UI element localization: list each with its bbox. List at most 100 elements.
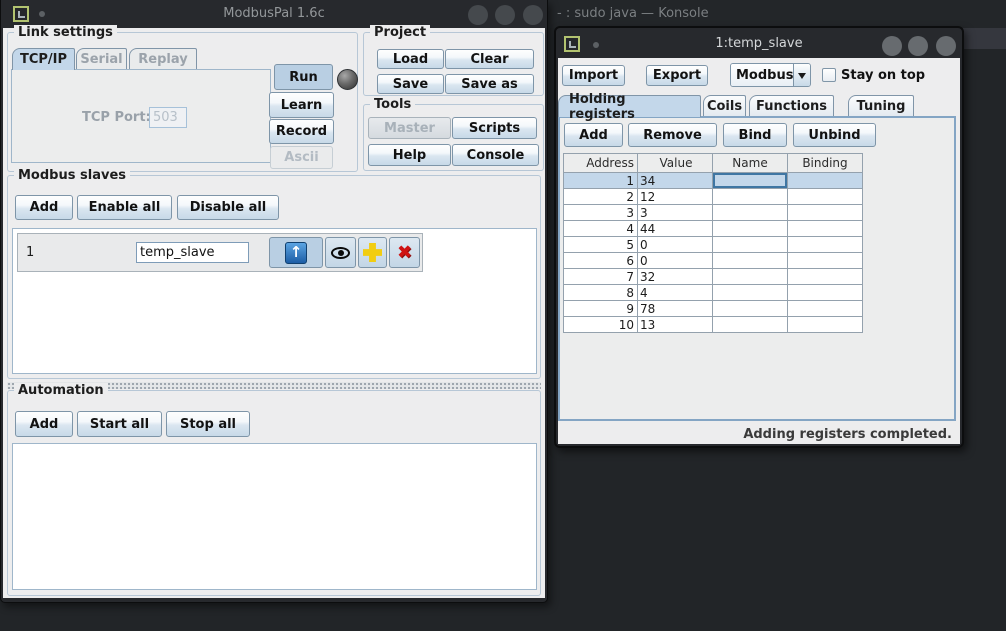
tab-tcpip[interactable]: TCP/IP: [12, 48, 75, 70]
slave-delete-button[interactable]: [389, 237, 420, 268]
slave-close-button[interactable]: [936, 36, 956, 56]
table-row[interactable]: 50: [564, 237, 863, 253]
table-cell-binding[interactable]: [788, 173, 863, 189]
column-header-binding[interactable]: Binding: [788, 154, 863, 173]
ascii-button[interactable]: Ascii: [270, 146, 333, 169]
stay-on-top-label[interactable]: Stay on top: [841, 68, 925, 83]
table-cell-address[interactable]: 6: [564, 253, 638, 269]
enable-all-button[interactable]: Enable all: [77, 195, 172, 220]
table-cell-name[interactable]: [713, 317, 788, 333]
table-cell-name[interactable]: [713, 253, 788, 269]
table-cell-binding[interactable]: [788, 301, 863, 317]
table-cell-name[interactable]: [713, 189, 788, 205]
column-header-address[interactable]: Address: [564, 154, 638, 173]
register-unbind-button[interactable]: Unbind: [793, 123, 876, 147]
table-row[interactable]: 1013: [564, 317, 863, 333]
slave-enable-toggle[interactable]: [269, 237, 323, 268]
protocol-combobox[interactable]: Modbus: [730, 63, 811, 87]
register-add-button[interactable]: Add: [564, 123, 623, 147]
combo-arrow-icon[interactable]: [793, 64, 810, 86]
table-cell-value[interactable]: 34: [638, 173, 713, 189]
table-cell-binding[interactable]: [788, 253, 863, 269]
table-cell-binding[interactable]: [788, 285, 863, 301]
table-cell-address[interactable]: 3: [564, 205, 638, 221]
table-cell-address[interactable]: 5: [564, 237, 638, 253]
console-button[interactable]: Console: [452, 144, 539, 166]
slave-duplicate-button[interactable]: [358, 237, 387, 268]
register-bind-button[interactable]: Bind: [723, 123, 787, 147]
table-cell-binding[interactable]: [788, 317, 863, 333]
save-button[interactable]: Save: [377, 74, 444, 94]
tab-coils[interactable]: Coils: [703, 95, 746, 116]
table-row[interactable]: 444: [564, 221, 863, 237]
tab-replay[interactable]: Replay: [129, 48, 197, 69]
slave-maximize-button[interactable]: [908, 36, 928, 56]
register-remove-button[interactable]: Remove: [628, 123, 717, 147]
stop-all-button[interactable]: Stop all: [166, 411, 250, 437]
column-header-value[interactable]: Value: [638, 154, 713, 173]
table-row[interactable]: 84: [564, 285, 863, 301]
modbuspal-titlebar[interactable]: ModbusPal 1.6c: [1, 0, 547, 28]
clear-button[interactable]: Clear: [445, 49, 534, 69]
column-header-name[interactable]: Name: [713, 154, 788, 173]
scripts-button[interactable]: Scripts: [452, 117, 537, 139]
export-button[interactable]: Export: [646, 65, 708, 86]
table-cell-binding[interactable]: [788, 269, 863, 285]
automation-add-button[interactable]: Add: [15, 411, 73, 437]
import-button[interactable]: Import: [562, 65, 625, 86]
table-row[interactable]: 978: [564, 301, 863, 317]
slaves-add-button[interactable]: Add: [15, 195, 73, 220]
slave-minimize-button[interactable]: [882, 36, 902, 56]
table-cell-binding[interactable]: [788, 189, 863, 205]
tcp-port-field[interactable]: 503: [149, 107, 187, 128]
table-cell-value[interactable]: 0: [638, 237, 713, 253]
table-cell-value[interactable]: 3: [638, 205, 713, 221]
table-cell-value[interactable]: 12: [638, 189, 713, 205]
table-cell-name[interactable]: [713, 205, 788, 221]
table-cell-address[interactable]: 2: [564, 189, 638, 205]
maximize-button[interactable]: [495, 5, 515, 25]
table-cell-value[interactable]: 78: [638, 301, 713, 317]
save-as-button[interactable]: Save as: [445, 74, 534, 94]
stay-on-top-checkbox[interactable]: [822, 68, 836, 82]
table-cell-name[interactable]: [713, 285, 788, 301]
table-cell-address[interactable]: 9: [564, 301, 638, 317]
close-button[interactable]: [523, 5, 543, 25]
slave-view-button[interactable]: [325, 237, 356, 268]
table-cell-address[interactable]: 4: [564, 221, 638, 237]
table-cell-binding[interactable]: [788, 205, 863, 221]
tab-tuning[interactable]: Tuning: [848, 95, 914, 116]
table-row[interactable]: 134: [564, 173, 863, 189]
load-button[interactable]: Load: [377, 49, 444, 69]
start-all-button[interactable]: Start all: [77, 411, 162, 437]
table-cell-name[interactable]: [713, 301, 788, 317]
tab-functions[interactable]: Functions: [749, 95, 834, 116]
table-row[interactable]: 732: [564, 269, 863, 285]
table-row[interactable]: 33: [564, 205, 863, 221]
help-button[interactable]: Help: [368, 144, 451, 166]
table-cell-value[interactable]: 32: [638, 269, 713, 285]
table-row[interactable]: 60: [564, 253, 863, 269]
table-row[interactable]: 212: [564, 189, 863, 205]
learn-button[interactable]: Learn: [269, 92, 334, 118]
table-cell-name[interactable]: [713, 173, 788, 189]
table-cell-name[interactable]: [713, 237, 788, 253]
slave-name-field[interactable]: temp_slave: [136, 242, 249, 263]
table-cell-name[interactable]: [713, 269, 788, 285]
disable-all-button[interactable]: Disable all: [177, 195, 279, 220]
table-cell-address[interactable]: 8: [564, 285, 638, 301]
slave-window-titlebar[interactable]: 1:temp_slave: [556, 28, 962, 58]
table-cell-name[interactable]: [713, 221, 788, 237]
record-button[interactable]: Record: [269, 119, 334, 144]
table-cell-binding[interactable]: [788, 237, 863, 253]
table-cell-value[interactable]: 0: [638, 253, 713, 269]
master-button[interactable]: Master: [368, 117, 451, 139]
table-cell-address[interactable]: 1: [564, 173, 638, 189]
tab-holding-registers[interactable]: Holding registers: [558, 95, 701, 117]
table-cell-value[interactable]: 44: [638, 221, 713, 237]
tab-serial[interactable]: Serial: [76, 48, 127, 69]
table-cell-value[interactable]: 4: [638, 285, 713, 301]
table-cell-address[interactable]: 10: [564, 317, 638, 333]
table-cell-value[interactable]: 13: [638, 317, 713, 333]
table-cell-address[interactable]: 7: [564, 269, 638, 285]
